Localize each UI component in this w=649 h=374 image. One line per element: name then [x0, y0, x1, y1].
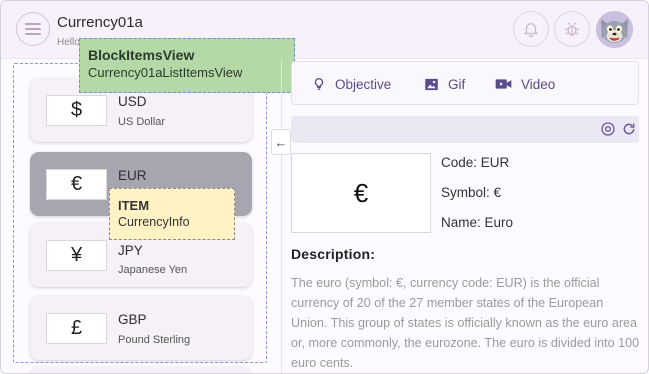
debug-button[interactable] — [554, 11, 590, 47]
currency-code: JPY — [118, 243, 143, 258]
block-items-view-label: BlockItemsView Currency01aListItemsView — [79, 38, 295, 93]
currency-card-gbp[interactable]: £ GBP Pound Sterling — [30, 296, 252, 360]
tab-gif[interactable]: Gif — [424, 62, 465, 106]
settings-circle-icon[interactable] — [600, 121, 616, 137]
currency-name: Japanese Yen — [118, 264, 188, 276]
detail-name: Name: Euro — [441, 215, 514, 230]
block-label-subtitle: Currency01aListItemsView — [88, 65, 243, 80]
detail-toolbar — [291, 116, 639, 143]
currency-code: USD — [118, 94, 147, 109]
video-icon — [495, 79, 512, 89]
menu-button[interactable] — [16, 12, 50, 46]
app-window: Currency01a Hello $ USD US Dollar € EUR … — [0, 0, 649, 374]
detail-symbol-box: € — [291, 153, 431, 233]
description-title: Description: — [291, 246, 376, 262]
detail-symbol: Symbol: € — [441, 185, 502, 200]
detail-code: Code: EUR — [441, 155, 510, 170]
lightbulb-icon — [314, 78, 324, 90]
item-label-title: ITEM — [118, 198, 150, 213]
tab-video[interactable]: Video — [495, 62, 555, 106]
currency-code: EUR — [118, 168, 147, 183]
cat-avatar-icon — [596, 11, 633, 48]
refresh-icon[interactable] — [621, 121, 637, 137]
item-label-subtitle: CurrencyInfo — [118, 215, 190, 229]
tab-objective[interactable]: Objective — [312, 62, 391, 106]
bell-icon — [524, 23, 538, 38]
currency-card-partial[interactable] — [30, 367, 252, 373]
tab-label: Gif — [448, 76, 466, 92]
arrow-left-icon: ← — [274, 134, 288, 150]
tab-label: Objective — [335, 76, 392, 92]
item-label: ITEM CurrencyInfo — [109, 188, 235, 240]
currency-name: Pound Sterling — [118, 334, 191, 346]
menu-icon — [25, 23, 41, 35]
app-title: Currency01a — [57, 14, 143, 31]
app-subtitle: Hello — [57, 37, 80, 48]
tab-label: Video — [521, 76, 556, 92]
currency-code: GBP — [118, 312, 147, 327]
bug-icon — [565, 22, 579, 36]
currency-name: US Dollar — [118, 116, 166, 128]
currency-symbol-box: ¥ — [46, 240, 107, 271]
description-text: The euro (symbol: €, currency code: EUR)… — [291, 276, 640, 370]
currency-symbol-box: £ — [46, 313, 107, 344]
avatar[interactable] — [596, 11, 633, 48]
block-label-title: BlockItemsView — [88, 47, 195, 63]
currency-symbol-box: $ — [46, 95, 107, 126]
detail-tabs: Objective Gif Video — [291, 61, 639, 105]
panel-divider — [281, 59, 282, 373]
collapse-panel-button[interactable]: ← — [271, 129, 291, 155]
image-icon — [425, 78, 438, 90]
notifications-button[interactable] — [513, 11, 549, 47]
currency-symbol-box: € — [46, 169, 107, 200]
